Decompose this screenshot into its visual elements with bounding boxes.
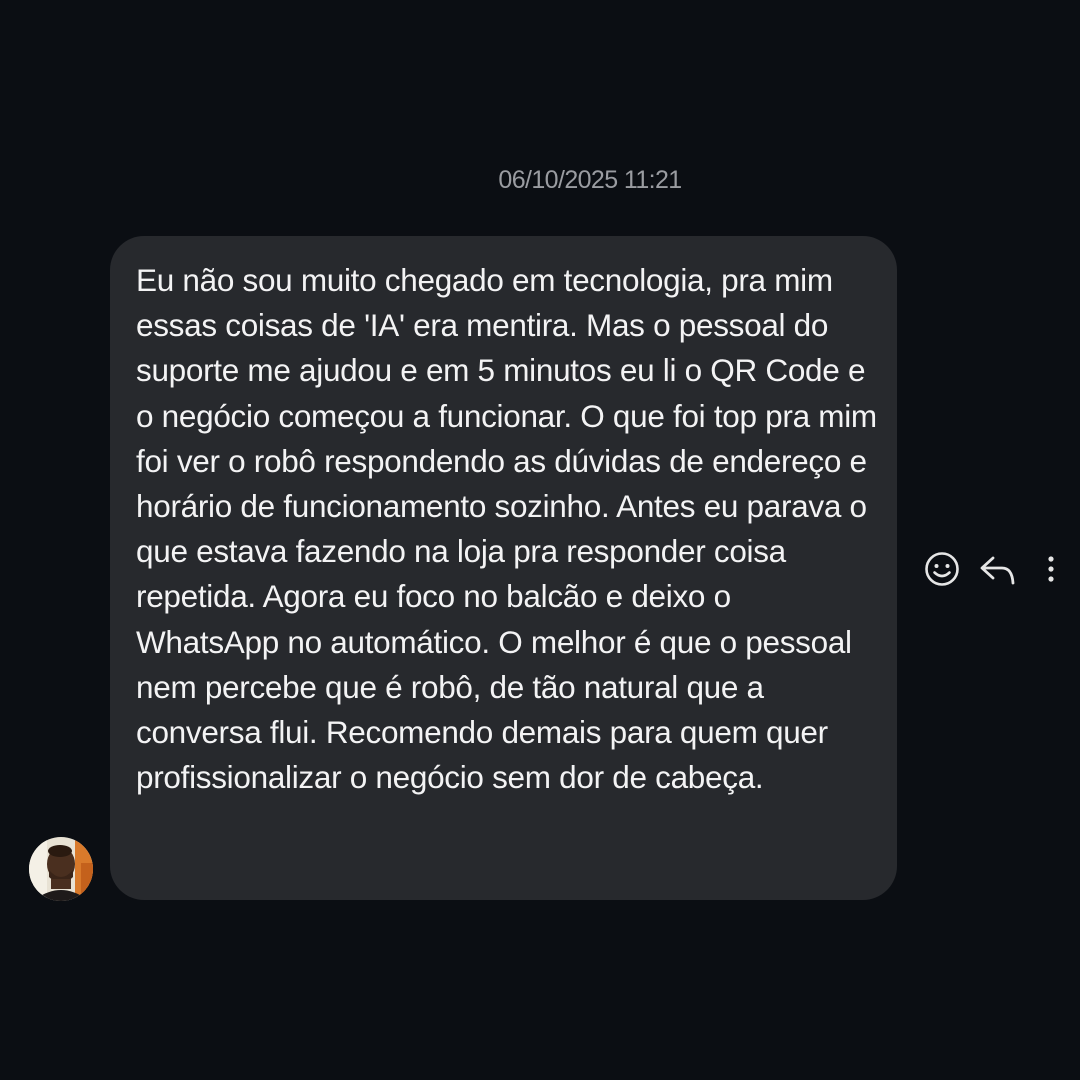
react-button[interactable] xyxy=(922,548,962,590)
message-timestamp: 06/10/2025 11:21 xyxy=(498,166,682,194)
more-options-button[interactable] xyxy=(1036,548,1066,590)
smiley-icon xyxy=(925,552,959,586)
sender-avatar[interactable] xyxy=(29,837,93,901)
reply-icon xyxy=(980,556,1015,585)
message-bubble[interactable]: Eu não sou muito chegado em tecnologia, … xyxy=(110,236,897,900)
reply-button[interactable] xyxy=(976,548,1020,590)
message-text: Eu não sou muito chegado em tecnologia, … xyxy=(136,262,877,796)
avatar-photo xyxy=(29,837,93,901)
more-vertical-icon xyxy=(1048,556,1054,582)
